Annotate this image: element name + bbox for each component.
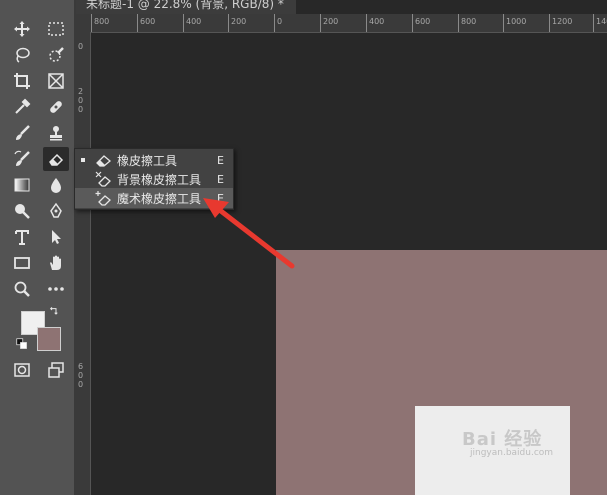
clone-stamp-tool-icon[interactable]: [43, 121, 69, 145]
ruler-h-label: 1200: [552, 17, 573, 26]
ruler-tick: [503, 14, 504, 32]
ruler-tick: [320, 14, 321, 32]
ruler-v-label: 0: [78, 42, 84, 51]
flyout-item-background-eraser[interactable]: 背景橡皮擦工具 E: [75, 169, 233, 189]
blur-tool-icon[interactable]: [43, 173, 69, 197]
more-tools-icon[interactable]: [43, 277, 69, 301]
tab-bar-background: [296, 0, 607, 14]
ruler-tick: [228, 14, 229, 32]
ruler-origin[interactable]: [76, 14, 90, 32]
pen-tool-icon[interactable]: [43, 199, 69, 223]
ruler-v-label: 2: [78, 87, 84, 96]
eyedropper-tool-icon[interactable]: [9, 95, 35, 119]
ruler-h-label: 200: [323, 17, 339, 26]
brush-tool-icon[interactable]: [9, 121, 35, 145]
flyout-item-label: 橡皮擦工具: [117, 153, 178, 168]
swap-colors-icon[interactable]: [45, 303, 63, 321]
marquee-tool-icon[interactable]: [43, 17, 69, 41]
flyout-item-shortcut: E: [217, 153, 224, 167]
ruler-tick: [183, 14, 184, 32]
flyout-item-eraser[interactable]: 橡皮擦工具 E: [75, 150, 233, 170]
ruler-v-label: 6: [78, 362, 84, 371]
ruler-v-label: 0: [78, 105, 84, 114]
ruler-h-label: 200: [231, 17, 247, 26]
ruler-tick: [137, 14, 138, 32]
horizontal-ruler[interactable]: 800 600 400 200 0 200 400 600 800 1000 1…: [90, 14, 607, 33]
ruler-v-label: 0: [78, 380, 84, 389]
document-tab-title: 未标题-1 @ 22.8% (背景, RGB/8) *: [86, 0, 284, 11]
path-selection-tool-icon[interactable]: [43, 225, 69, 249]
document-tab[interactable]: 未标题-1 @ 22.8% (背景, RGB/8) *: [76, 0, 306, 14]
background-eraser-icon: [95, 171, 113, 187]
ruler-tick: [458, 14, 459, 32]
ruler-h-label: 600: [415, 17, 431, 26]
ruler-v-label: 0: [78, 371, 84, 380]
ruler-h-label: 600: [140, 17, 156, 26]
quick-mask-icon[interactable]: [9, 358, 35, 382]
history-brush-tool-icon[interactable]: [9, 147, 35, 171]
dodge-tool-icon[interactable]: [9, 199, 35, 223]
flyout-item-shortcut: E: [217, 172, 224, 186]
ruler-tick: [91, 14, 92, 32]
healing-brush-tool-icon[interactable]: [43, 95, 69, 119]
hand-tool-icon[interactable]: [43, 251, 69, 275]
eraser-icon: [95, 152, 113, 168]
watermark-url: jingyan.baidu.com: [470, 448, 554, 458]
ruler-h-label: 400: [369, 17, 385, 26]
eraser-tool-icon[interactable]: [43, 147, 69, 171]
crop-tool-icon[interactable]: [9, 69, 35, 93]
lasso-tool-icon[interactable]: [9, 43, 35, 67]
flyout-item-label: 背景橡皮擦工具: [117, 172, 202, 187]
move-tool-icon[interactable]: [9, 17, 35, 41]
ruler-h-label: 400: [186, 17, 202, 26]
flyout-item-label: 魔术橡皮擦工具: [117, 191, 202, 206]
quick-selection-tool-icon[interactable]: [43, 43, 69, 67]
tools-panel: [0, 0, 76, 495]
type-tool-icon[interactable]: [9, 225, 35, 249]
default-colors-icon[interactable]: [14, 336, 30, 352]
ruler-h-label: 800: [461, 17, 477, 26]
frame-tool-icon[interactable]: [43, 69, 69, 93]
ruler-h-label: 800: [94, 17, 110, 26]
screen-mode-icon[interactable]: [43, 358, 69, 382]
ruler-tick: [593, 14, 594, 32]
magic-eraser-icon: [95, 190, 113, 206]
ruler-h-label: 1400: [596, 17, 607, 26]
background-color-swatch[interactable]: [37, 327, 61, 351]
ruler-h-label: 0: [277, 17, 283, 26]
ruler-tick: [412, 14, 413, 32]
zoom-tool-icon[interactable]: [9, 277, 35, 301]
ruler-v-label: 0: [78, 96, 84, 105]
ruler-tick: [549, 14, 550, 32]
annotation-arrow-icon: [203, 198, 295, 269]
rectangle-tool-icon[interactable]: [9, 251, 35, 275]
selected-bullet-icon: [81, 158, 85, 162]
vertical-ruler[interactable]: 0 2 0 0 4 0 0 6 0 0: [76, 32, 91, 495]
ruler-tick: [274, 14, 275, 32]
gradient-tool-icon[interactable]: [9, 173, 35, 197]
ruler-h-label: 1000: [506, 17, 527, 26]
ruler-tick: [366, 14, 367, 32]
